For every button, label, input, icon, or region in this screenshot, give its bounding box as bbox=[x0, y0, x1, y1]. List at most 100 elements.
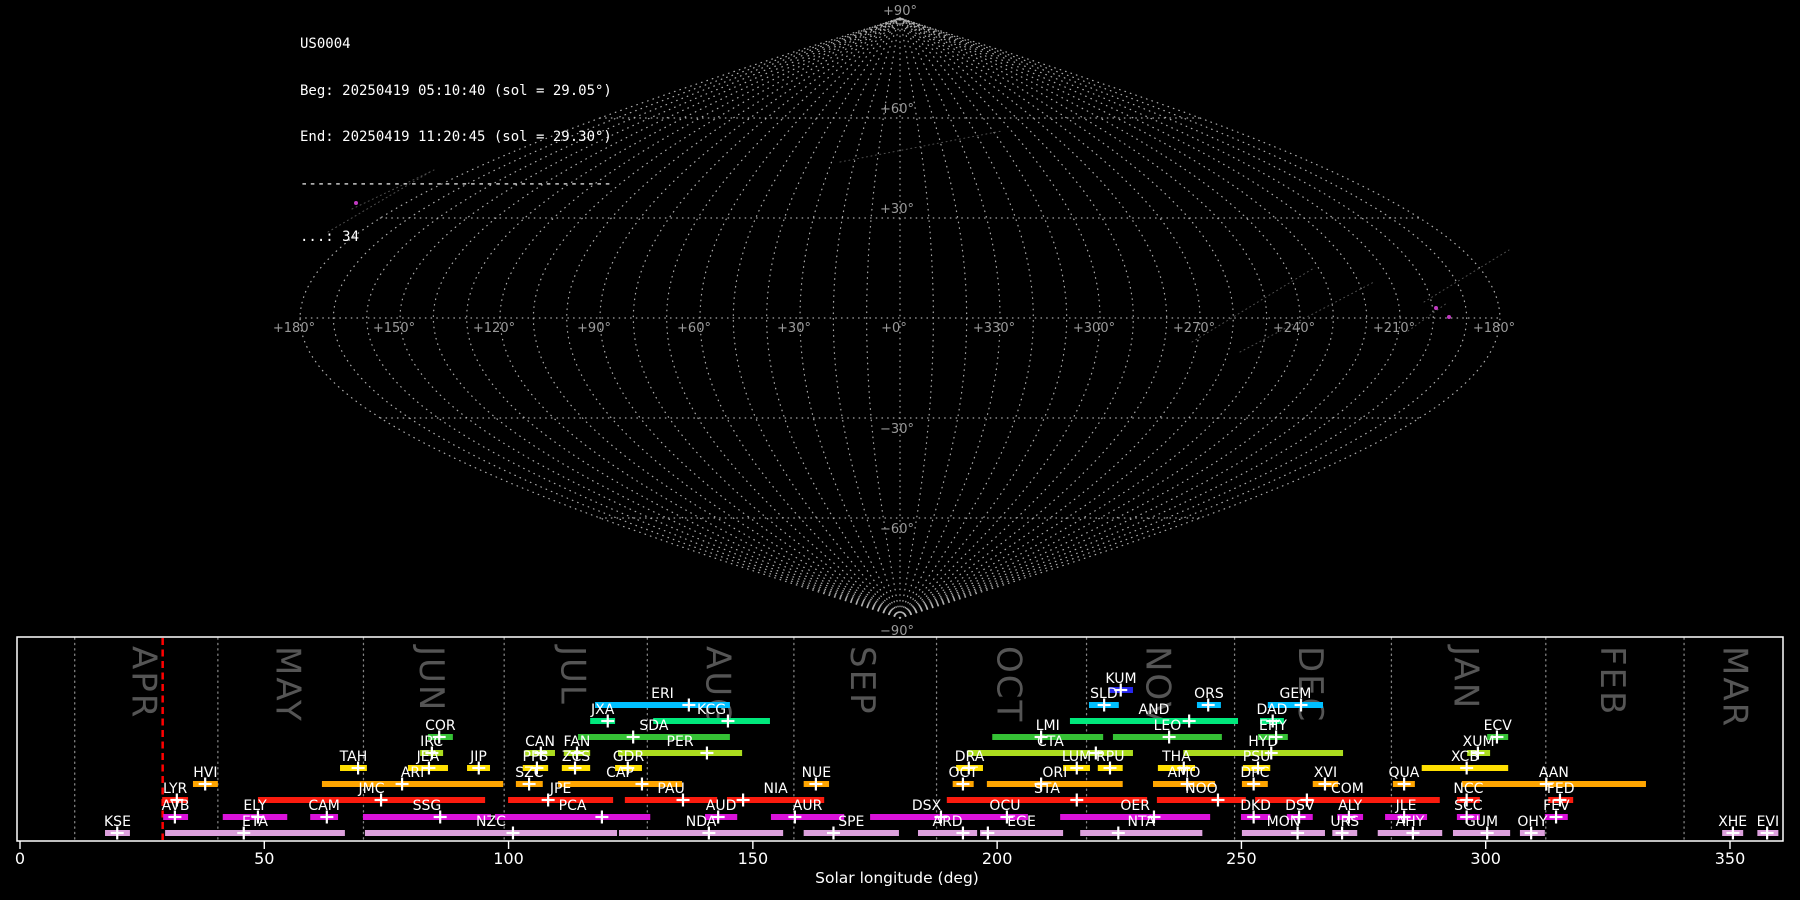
shower-label: SSG bbox=[413, 798, 442, 814]
shower-label: OHY bbox=[1517, 814, 1548, 830]
map-lon-label: +0° bbox=[881, 321, 907, 336]
month-label-sep: SEP bbox=[842, 646, 882, 716]
shower-label: CTA bbox=[1037, 734, 1064, 750]
shower-label: NZC bbox=[476, 814, 506, 830]
month-label-apr: APR bbox=[123, 646, 163, 719]
shower-bar bbox=[1241, 830, 1325, 836]
shower-TAH: TAH bbox=[339, 749, 367, 775]
shower-EVI: EVI bbox=[1757, 814, 1780, 840]
sky-and-timeline-plot: +180° +150° +120° +90° +60° +30° +0° +330° +300°… bbox=[15, 4, 1784, 887]
shower-label: PSU bbox=[1243, 749, 1271, 765]
shower-label: FED bbox=[1547, 781, 1575, 797]
map-lon-label: +240° bbox=[1273, 321, 1315, 336]
map-lon-label: +210° bbox=[1373, 321, 1415, 336]
shower-label: THA bbox=[1161, 749, 1191, 765]
shower-label: LMI bbox=[1036, 718, 1060, 734]
shower-bar bbox=[257, 797, 486, 803]
shower-label: NOO bbox=[1185, 781, 1218, 797]
shower-label: DPC bbox=[1240, 765, 1269, 781]
shower-bar bbox=[1080, 830, 1203, 836]
shower-label: ECV bbox=[1484, 718, 1513, 734]
shower-label: EVI bbox=[1757, 814, 1780, 830]
shower-DPC: DPC bbox=[1240, 765, 1270, 791]
map-faint-trail bbox=[1239, 281, 1375, 353]
x-tick-label: 100 bbox=[493, 849, 524, 868]
x-tick-label: 300 bbox=[1470, 849, 1501, 868]
shower-SLD: SLD bbox=[1088, 686, 1119, 712]
shower-label: GEM bbox=[1280, 686, 1312, 702]
shower-ZCS: ZCS bbox=[561, 749, 590, 775]
map-lat-label: +30° bbox=[880, 202, 914, 217]
x-tick-label: 250 bbox=[1226, 849, 1257, 868]
shower-label: SZC bbox=[515, 765, 543, 781]
shower-label: JPE bbox=[549, 781, 571, 797]
shower-label: STA bbox=[1034, 781, 1060, 797]
shower-label: FAN bbox=[564, 734, 591, 750]
shower-CAM: CAM bbox=[308, 798, 340, 824]
shower-JXA: JXA bbox=[590, 702, 616, 728]
shower-label: NUE bbox=[802, 765, 832, 781]
map-lon-label: +270° bbox=[1173, 321, 1215, 336]
shower-JIP: JIP bbox=[467, 749, 491, 775]
shower-QUA: QUA bbox=[1388, 765, 1420, 791]
shower-XHE: XHE bbox=[1718, 814, 1747, 840]
map-meridian bbox=[732, 17, 901, 619]
shower-AVB: AVB bbox=[162, 798, 190, 824]
shower-label: NDA bbox=[686, 814, 717, 830]
shower-label: KUM bbox=[1105, 671, 1136, 687]
shower-label: ALY bbox=[1338, 798, 1363, 814]
shower-label: LYR bbox=[163, 781, 187, 797]
observation-end: End: 20250419 11:20:45 (sol = 29.30°) bbox=[300, 129, 612, 145]
shower-label: FEV bbox=[1543, 798, 1570, 814]
x-tick-label: 50 bbox=[254, 849, 274, 868]
shower-label: ERI bbox=[651, 686, 674, 702]
shower-KSE: KSE bbox=[104, 814, 131, 840]
shower-label: ARI bbox=[401, 765, 424, 781]
shower-label: EGE bbox=[1007, 814, 1036, 830]
shower-HVI: HVI bbox=[192, 765, 218, 791]
shower-label: ETA bbox=[242, 814, 268, 830]
map-lon-label: +180° bbox=[1473, 321, 1515, 336]
map-lon-label: +180° bbox=[273, 321, 315, 336]
shower-label: DAD bbox=[1257, 702, 1288, 718]
shower-label: XVI bbox=[1314, 765, 1337, 781]
shower-label: AND bbox=[1139, 702, 1170, 718]
shower-label: COM bbox=[1331, 781, 1364, 797]
x-tick-label: 200 bbox=[982, 849, 1013, 868]
shower-label: PCA bbox=[559, 798, 587, 814]
x-tick-label: 350 bbox=[1715, 849, 1746, 868]
shower-label: PPS bbox=[523, 749, 549, 765]
shower-label: ZCS bbox=[562, 749, 590, 765]
map-lat-label: −30° bbox=[880, 422, 914, 437]
shower-bar bbox=[494, 814, 651, 820]
shower-label: DRA bbox=[955, 749, 985, 765]
shower-bar bbox=[165, 830, 345, 836]
shower-label: KSE bbox=[104, 814, 131, 830]
shower-label: JXA bbox=[590, 702, 615, 718]
map-lon-label: +330° bbox=[973, 321, 1015, 336]
shower-bar bbox=[364, 830, 618, 836]
shower-label: CAN bbox=[525, 734, 555, 750]
map-lon-label: +30° bbox=[777, 321, 811, 336]
map-lon-label: +150° bbox=[373, 321, 415, 336]
shower-label: PAU bbox=[657, 781, 684, 797]
shower-RPU: RPU bbox=[1096, 749, 1124, 775]
shower-bar bbox=[770, 814, 845, 820]
shower-bar bbox=[946, 797, 1148, 803]
shower-bar bbox=[362, 814, 491, 820]
shower-label: MON bbox=[1267, 814, 1301, 830]
shower-label: JIP bbox=[469, 749, 487, 765]
shower-label: EHY bbox=[1259, 718, 1287, 734]
map-radiant-dot bbox=[1434, 306, 1438, 310]
shower-label: ARD bbox=[933, 814, 963, 830]
shower-timeline: APR MAY JUN JUL AUG SEP OCT NOV DEC JAN FEB MARKUME… bbox=[15, 636, 1784, 887]
shower-label: AMO bbox=[1168, 765, 1201, 781]
shower-label: AHY bbox=[1396, 814, 1425, 830]
shower-label: AAN bbox=[1539, 765, 1569, 781]
map-lon-label: +300° bbox=[1073, 321, 1115, 336]
month-label-dec: DEC bbox=[1290, 646, 1330, 723]
shower-label: LUM bbox=[1062, 749, 1091, 765]
month-label-feb: FEB bbox=[1592, 646, 1632, 716]
month-label-oct: OCT bbox=[989, 646, 1029, 723]
map-meridian bbox=[899, 17, 1334, 619]
